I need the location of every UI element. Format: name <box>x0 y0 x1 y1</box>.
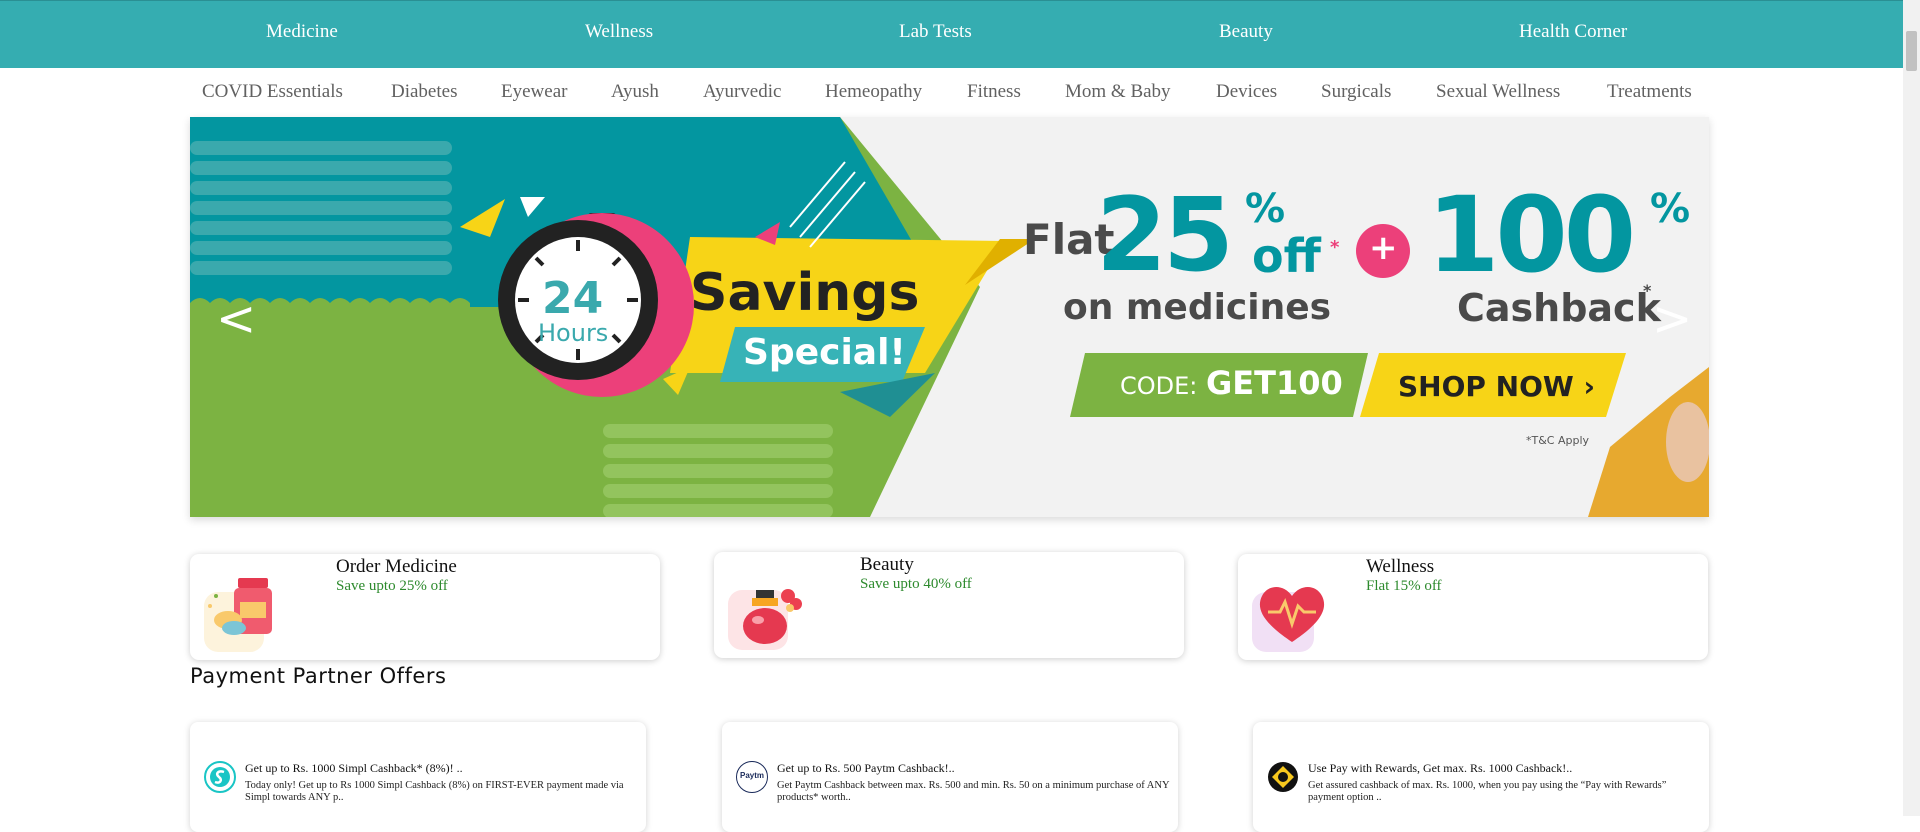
subnav-surgicals[interactable]: Surgicals <box>1321 81 1391 103</box>
banner-code-label: CODE: <box>1120 372 1198 400</box>
top-nav: Medicine Wellness Lab Tests Beauty Healt… <box>0 0 1920 68</box>
banner-asterisk: * <box>1330 237 1340 258</box>
scrollbar-thumb[interactable] <box>1906 31 1917 71</box>
subnav-sexual-wellness[interactable]: Sexual Wellness <box>1436 81 1560 103</box>
subnav-diabetes[interactable]: Diabetes <box>391 81 457 103</box>
subnav-devices[interactable]: Devices <box>1216 81 1277 103</box>
promo-banner[interactable]: 24 Hours Savings Special! Flat 25 % off … <box>190 117 1709 517</box>
offer-description: Today only! Get up to Rs 1000 Simpl Cash… <box>245 780 624 803</box>
banner-next-arrow[interactable]: > <box>1652 295 1692 343</box>
category-discount: Save upto 40% off <box>860 576 972 592</box>
offer-title: Use Pay with Rewards, Get max. Rs. 1000 … <box>1308 761 1573 775</box>
paytm-logo-icon: Paytm <box>736 761 768 793</box>
category-title: Beauty <box>860 554 914 575</box>
top-nav-medicine[interactable]: Medicine <box>266 21 338 43</box>
category-discount: Save upto 25% off <box>336 578 448 594</box>
banner-clock-number: 24 <box>542 273 604 324</box>
banner-clock-unit: Hours <box>538 319 609 347</box>
shop-now-button[interactable]: SHOP NOW › <box>1398 373 1595 401</box>
category-discount: Flat 15% off <box>1366 578 1442 594</box>
category-subnav: COVID Essentials Diabetes Eyewear Ayush … <box>0 68 1920 116</box>
offer-title: Get up to Rs. 500 Paytm Cashback!.. <box>777 761 955 775</box>
category-card-order-medicine[interactable]: Order Medicine Save upto 25% off <box>190 554 660 660</box>
subnav-fitness[interactable]: Fitness <box>967 81 1021 103</box>
banner-cashback: Cashback <box>1457 286 1661 330</box>
category-title: Order Medicine <box>336 556 457 577</box>
payment-offers-title: Payment Partner Offers <box>190 664 447 688</box>
rewards-logo-icon <box>1268 762 1298 792</box>
subnav-covid-essentials[interactable]: COVID Essentials <box>202 81 343 103</box>
page-scrollbar[interactable] <box>1903 0 1920 816</box>
top-nav-wellness[interactable]: Wellness <box>585 21 653 43</box>
heart-pulse-icon <box>1252 587 1325 652</box>
offer-description: Get assured cashback of max. Rs. 1000, w… <box>1308 780 1667 803</box>
offer-description: Get Paytm Cashback between max. Rs. 500 … <box>777 780 1170 803</box>
banner-savings: Savings <box>690 263 920 323</box>
banner-on-medicines: on medicines <box>1063 287 1332 328</box>
banner-promo-code: GET100 <box>1206 364 1343 402</box>
banner-cashback-asterisk: * <box>1643 281 1652 300</box>
banner-off: off <box>1252 229 1321 283</box>
banner-prev-arrow[interactable]: < <box>216 295 256 343</box>
banner-tnc: *T&C Apply <box>1526 434 1590 447</box>
offer-title: Get up to Rs. 1000 Simpl Cashback* (8%)!… <box>245 761 463 775</box>
category-card-beauty[interactable]: Beauty Save upto 40% off <box>714 552 1184 658</box>
subnav-hemeopathy[interactable]: Hemeopathy <box>825 81 922 103</box>
subnav-ayush[interactable]: Ayush <box>611 81 659 103</box>
banner-discount-value: 25 <box>1096 176 1234 295</box>
category-card-wellness[interactable]: Wellness Flat 15% off <box>1238 554 1708 660</box>
subnav-eyewear[interactable]: Eyewear <box>501 81 567 103</box>
banner-cashback-value: 100 <box>1427 174 1636 296</box>
subnav-mom-baby[interactable]: Mom & Baby <box>1065 81 1171 103</box>
perfume-icon <box>728 589 802 650</box>
subnav-treatments[interactable]: Treatments <box>1607 81 1692 103</box>
category-title: Wellness <box>1366 556 1435 577</box>
plus-icon: + <box>1369 228 1398 268</box>
paytm-logo-text: Paytm <box>740 771 765 780</box>
subnav-ayurvedic[interactable]: Ayurvedic <box>703 81 781 103</box>
simpl-logo-icon <box>204 761 236 793</box>
medicine-icon <box>204 578 272 652</box>
top-nav-lab-tests[interactable]: Lab Tests <box>899 21 972 43</box>
top-nav-beauty[interactable]: Beauty <box>1219 21 1273 43</box>
top-nav-health-corner[interactable]: Health Corner <box>1519 21 1627 43</box>
banner-discount-percent: % <box>1245 186 1286 232</box>
banner-cashback-percent: % <box>1650 186 1691 232</box>
banner-special: Special! <box>743 332 906 373</box>
